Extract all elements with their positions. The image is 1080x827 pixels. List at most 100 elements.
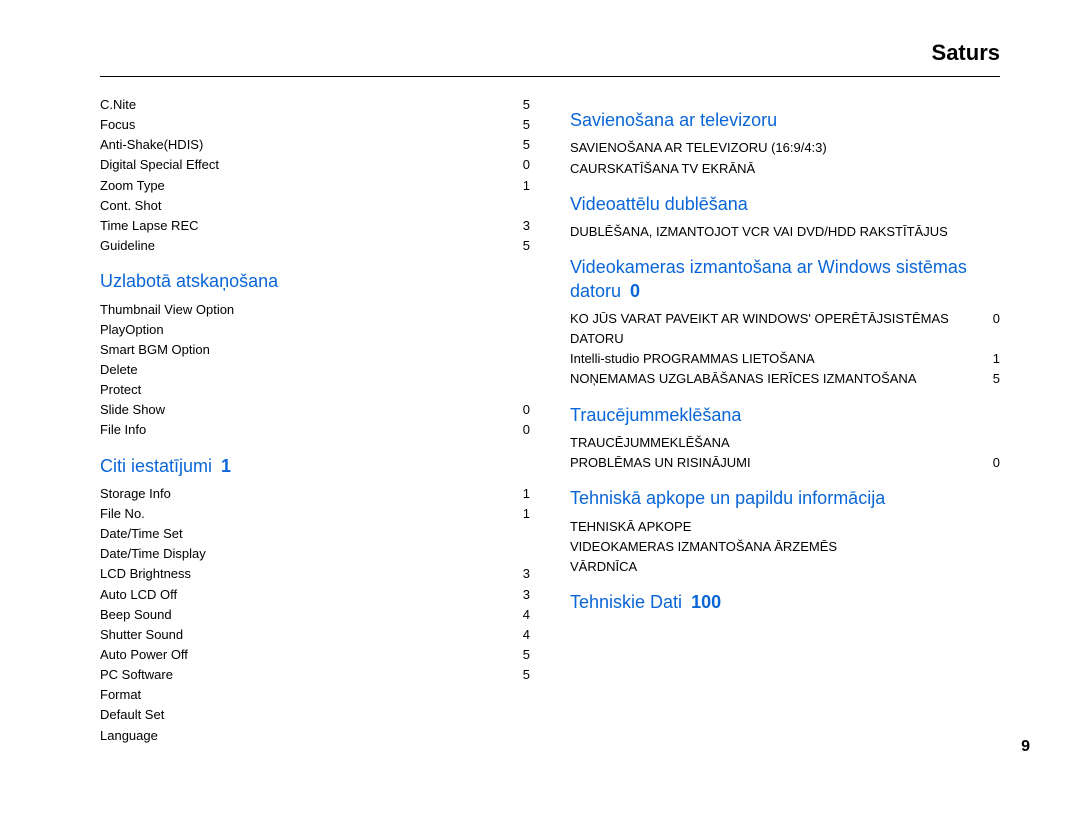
toc-entry: Cont. Shot <box>100 196 530 216</box>
section-title-page: 0 <box>621 281 640 301</box>
toc-entry: Storage Info1 <box>100 484 530 504</box>
toc-entry-page: 0 <box>523 155 530 175</box>
toc-entry: Slide Show 0 <box>100 400 530 420</box>
section-title-text: Tehniskie Dati <box>570 592 682 612</box>
toc-list: C.Nite5Focus 5 Anti-Shake(HDIS) 5 Digital Sp… <box>100 95 530 256</box>
toc-entry-label: Intelli-studio PROGRAMMAS LIETOŠANA <box>570 349 823 369</box>
toc-entry: C.Nite5 <box>100 95 530 115</box>
toc-entry: Default Set <box>100 705 530 725</box>
toc-entry: SAVIENOŠANA AR TELEVIZORU (16:9/4:3) <box>570 138 1000 158</box>
toc-entry-page: 5 <box>523 645 530 665</box>
toc-entry: Date/Time Set <box>100 524 530 544</box>
toc-entry: PlayOption <box>100 320 530 340</box>
section-title-text: Savienošana ar televizoru <box>570 110 777 130</box>
toc-entry-page: 4 <box>523 625 530 645</box>
toc-entry-label: Digital Special Effect <box>100 155 227 175</box>
toc-entry: DUBLĒŠANA, IZMANTOJOT VCR VAI DVD/HDD RA… <box>570 222 1000 242</box>
toc-entry: VĀRDNĪCA <box>570 557 1000 577</box>
toc-entry-label: VĀRDNĪCA <box>570 557 645 577</box>
toc-entry: Auto Power Off 5 <box>100 645 530 665</box>
toc-entry-page: 5 <box>523 95 530 115</box>
toc-entry-page: 1 <box>523 484 530 504</box>
section-title: Tehniskie Dati 100 <box>570 591 1000 614</box>
toc-entry: TEHNISKĀ APKOPE <box>570 517 1000 537</box>
toc-entry: LCD Brightness 3 <box>100 564 530 584</box>
toc-entry-page: 4 <box>523 605 530 625</box>
toc-entry: File Info0 <box>100 420 530 440</box>
toc-entry-label: Cont. Shot <box>100 196 169 216</box>
toc-entry-label: SAVIENOŠANA AR TELEVIZORU (16:9/4:3) <box>570 138 835 158</box>
section-title: Videokameras izmantošana ar Windows sist… <box>570 256 1000 303</box>
toc-entry-label: Format <box>100 685 149 705</box>
toc-entry-label: Delete <box>100 360 146 380</box>
toc-entry-page: 1 <box>993 349 1000 369</box>
toc-entry: NOŅEMAMAS UZGLABĀŠANAS IERĪCES IZMANTOŠA… <box>570 369 1000 389</box>
section-title-text: Traucējummeklēšana <box>570 405 741 425</box>
toc-entry-label: DUBLĒŠANA, IZMANTOJOT VCR VAI DVD/HDD RA… <box>570 222 956 242</box>
toc-entry: Time Lapse REC 3 <box>100 216 530 236</box>
toc-entry-label: PlayOption <box>100 320 172 340</box>
toc-list: DUBLĒŠANA, IZMANTOJOT VCR VAI DVD/HDD RA… <box>570 222 1000 242</box>
toc-list: Thumbnail View OptionPlayOptionSmart BGM… <box>100 300 530 441</box>
toc-entry-label: Date/Time Set <box>100 524 191 544</box>
toc-entry-page: 5 <box>523 236 530 256</box>
toc-entry-page: 5 <box>523 135 530 155</box>
toc-entry: Auto LCD Off3 <box>100 585 530 605</box>
section-title-text: Citi iestatījumi <box>100 456 212 476</box>
left-column: C.Nite5Focus 5 Anti-Shake(HDIS) 5 Digital Sp… <box>100 95 530 746</box>
toc-entry: VIDEOKAMERAS IZMANTOŠANA ĀRZEMĒS <box>570 537 1000 557</box>
toc-entry: Delete <box>100 360 530 380</box>
toc-entry: PC Software 5 <box>100 665 530 685</box>
toc-entry-page: 3 <box>523 564 530 584</box>
section-title-page: 1 <box>212 456 231 476</box>
toc-entry-page: 1 <box>523 504 530 524</box>
toc-entry: Zoom Type1 <box>100 176 530 196</box>
section-title-text: Videoattēlu dublēšana <box>570 194 748 214</box>
toc-entry-label: PC Software <box>100 665 181 685</box>
toc-entry-label: Protect <box>100 380 149 400</box>
toc-entry-label: Shutter Sound <box>100 625 191 645</box>
toc-entry: Guideline 5 <box>100 236 530 256</box>
toc-entry-page: 0 <box>993 453 1000 473</box>
toc-entry-label: TRAUCĒJUMMEKLĒŠANA <box>570 433 738 453</box>
toc-entry-label: TEHNISKĀ APKOPE <box>570 517 699 537</box>
toc-entry-page: 3 <box>523 216 530 236</box>
toc-entry-label: VIDEOKAMERAS IZMANTOŠANA ĀRZEMĒS <box>570 537 845 557</box>
toc-entry: File No. 1 <box>100 504 530 524</box>
toc-entry-label: Guideline <box>100 236 163 256</box>
toc-entry-label: Auto Power Off <box>100 645 196 665</box>
toc-list: TEHNISKĀ APKOPEVIDEOKAMERAS IZMANTOŠANA … <box>570 517 1000 577</box>
toc-entry-page: 0 <box>993 309 1000 349</box>
toc-entry-page: 0 <box>523 400 530 420</box>
toc-entry-label: Thumbnail View Option <box>100 300 242 320</box>
section-title: Citi iestatījumi 1 <box>100 455 530 478</box>
toc-entry: PROBLĒMAS UN RISINĀJUMI0 <box>570 453 1000 473</box>
toc-entry: Thumbnail View Option <box>100 300 530 320</box>
toc-entry-page: 5 <box>523 665 530 685</box>
section-title: Uzlabotā atskaņošana <box>100 270 530 293</box>
section-title: Traucējummeklēšana <box>570 404 1000 427</box>
toc-entry: Language <box>100 726 530 746</box>
toc-entry: Beep Sound4 <box>100 605 530 625</box>
toc-entry-page: 3 <box>523 585 530 605</box>
toc-entry: Shutter Sound 4 <box>100 625 530 645</box>
toc-list: Storage Info1File No. 1 Date/Time SetDate/… <box>100 484 530 746</box>
toc-entry-label: Zoom Type <box>100 176 173 196</box>
toc-entry-label: Language <box>100 726 166 746</box>
toc-entry-label: Anti-Shake(HDIS) <box>100 135 211 155</box>
toc-entry-page: 5 <box>993 369 1000 389</box>
toc-list: KO JŪS VARAT PAVEIKT AR WINDOWS' OPERĒTĀ… <box>570 309 1000 390</box>
toc-list: TRAUCĒJUMMEKLĒŠANAPROBLĒMAS UN RISINĀJUM… <box>570 433 1000 473</box>
toc-entry-label: LCD Brightness <box>100 564 199 584</box>
toc-entry: Date/Time Display <box>100 544 530 564</box>
toc-entry-label: File No. <box>100 504 153 524</box>
toc-entry: Protect <box>100 380 530 400</box>
toc-entry-label: CAURSKATĪŠANA TV EKRĀNĀ <box>570 159 763 179</box>
toc-entry-page: 0 <box>523 420 530 440</box>
toc-entry-label: Slide Show <box>100 400 173 420</box>
section-title-text: Tehniskā apkope un papildu informācija <box>570 488 885 508</box>
section-title: Tehniskā apkope un papildu informācija <box>570 487 1000 510</box>
toc-entry-label: Smart BGM Option <box>100 340 218 360</box>
toc-entry-label: Focus <box>100 115 143 135</box>
toc-entry-label: Time Lapse REC <box>100 216 207 236</box>
